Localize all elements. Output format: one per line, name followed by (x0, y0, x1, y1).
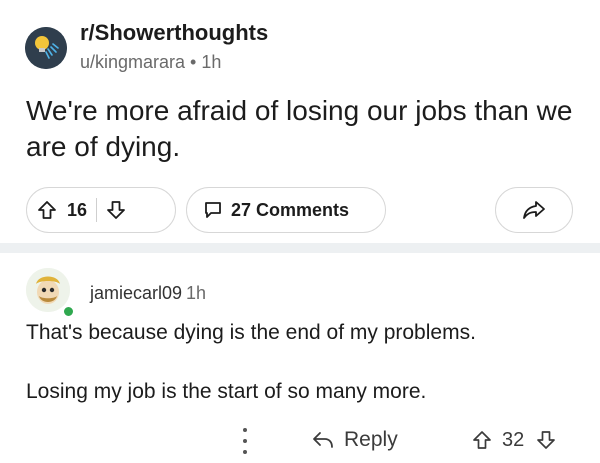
reply-button[interactable]: Reply (312, 425, 398, 455)
post-upvote-count: 16 (67, 199, 88, 220)
speech-bubble-icon (205, 202, 221, 218)
commenter-avatar[interactable] (26, 268, 70, 312)
comment-downvote-button[interactable] (536, 430, 556, 450)
dot-3 (243, 450, 247, 454)
post-time: 1h (201, 52, 222, 72)
vertical-dots-icon (243, 428, 247, 432)
meta-separator: • (190, 52, 197, 72)
comment-vote-bar: 32 (472, 425, 556, 455)
arrow-up-outline-icon (473, 431, 491, 449)
post-meta: u/kingmarara • 1h (80, 52, 221, 73)
comments-button[interactable]: 27 Comments (186, 187, 386, 233)
subreddit-avatar[interactable] (25, 27, 67, 69)
more-options-button[interactable] (238, 428, 252, 454)
comment-author[interactable]: jamiecarl09 (90, 283, 182, 303)
subreddit-name[interactable]: r/Showerthoughts (80, 20, 268, 46)
vote-separator (96, 198, 98, 222)
comment-upvote-button[interactable] (472, 430, 492, 450)
comment-meta: jamiecarl09 1h (90, 283, 206, 304)
comment-vote-count: 32 (502, 428, 525, 451)
downvote-button[interactable] (106, 200, 126, 220)
arrow-up-outline-icon (38, 201, 56, 219)
lightbulb-shower-icon (25, 27, 67, 69)
reply-label: Reply (344, 428, 398, 451)
dot-2 (243, 439, 247, 443)
post-title[interactable]: We're more afraid of losing our jobs tha… (26, 93, 586, 165)
comment-text-line-1: That's because dying is the end of my pr… (26, 321, 476, 344)
upvote-button[interactable] (37, 200, 57, 220)
share-button[interactable] (495, 187, 573, 233)
share-arrow-icon (523, 201, 545, 219)
comment-text-line-2: Losing my job is the start of so many mo… (26, 380, 427, 403)
post-vote-bar: 16 (26, 187, 176, 233)
comment-time: 1h (186, 283, 207, 303)
snoo-avatar-icon (26, 268, 70, 312)
comments-count-label: 27 Comments (231, 199, 350, 220)
arrow-down-outline-icon (537, 431, 556, 449)
reply-arrow-icon (313, 432, 333, 448)
arrow-down-outline-icon (107, 201, 125, 219)
online-status-dot (62, 305, 75, 318)
post-author[interactable]: u/kingmarara (80, 52, 185, 72)
section-divider (0, 243, 600, 253)
